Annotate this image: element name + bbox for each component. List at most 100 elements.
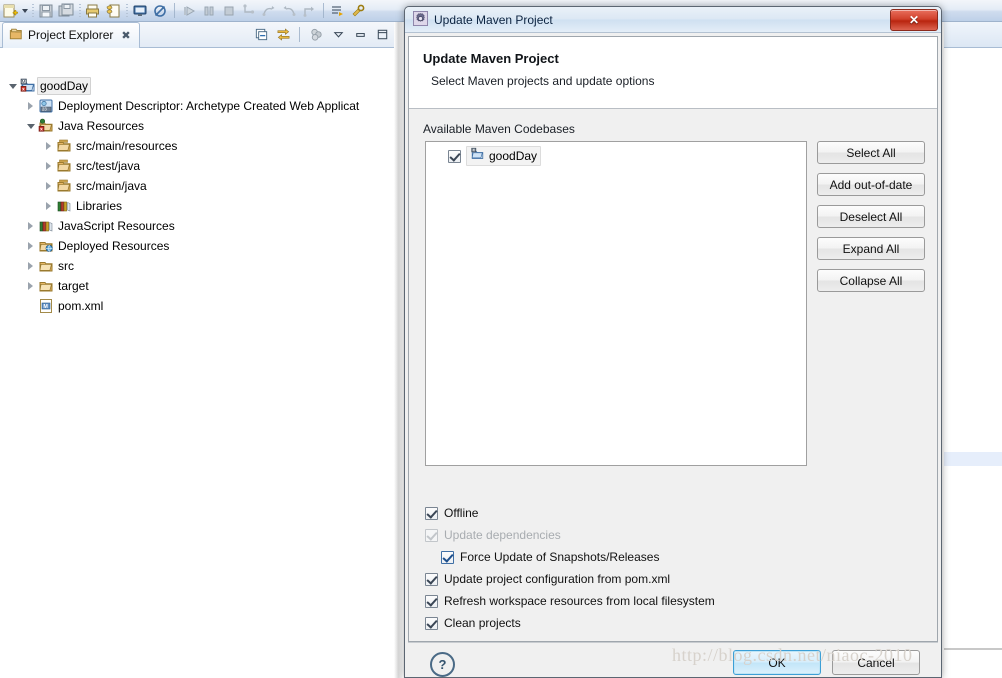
tree-item-gooday[interactable]: M goodDay — [466, 146, 542, 166]
chevron-down-icon[interactable] — [6, 76, 19, 96]
step-return-icon[interactable] — [279, 1, 299, 21]
suspend-icon[interactable] — [199, 1, 219, 21]
new-wizard-dropdown-icon[interactable] — [20, 1, 29, 21]
chevron-right-icon[interactable] — [24, 256, 37, 276]
tree-row[interactable]: src — [0, 256, 394, 276]
clean-projects-checkbox[interactable] — [425, 616, 438, 630]
step-into-icon[interactable] — [239, 1, 259, 21]
view-toolbar — [251, 24, 392, 44]
library-icon — [55, 198, 73, 214]
update-project-config-checkbox[interactable] — [425, 572, 438, 586]
chevron-right-icon[interactable] — [24, 216, 37, 236]
deployed-resources-icon — [37, 238, 55, 254]
save-all-icon[interactable] — [56, 1, 76, 21]
deselect-all-button[interactable]: Deselect All — [817, 205, 925, 228]
link-with-editor-icon[interactable] — [273, 24, 293, 44]
svg-text:23: 23 — [42, 107, 47, 112]
editor-tabstrip[interactable] — [944, 22, 1002, 48]
chevron-right-icon[interactable] — [42, 176, 55, 196]
add-out-of-date-button[interactable]: Add out-of-date — [817, 173, 925, 196]
dialog-titlebar[interactable]: Update Maven Project ✕ — [405, 7, 941, 33]
library-icon — [37, 218, 55, 234]
tab-project-explorer[interactable]: Project Explorer ✖ — [2, 21, 140, 48]
tree-row[interactable]: 23 Deployment Descriptor: Archetype Creat… — [0, 96, 394, 116]
tree-item-label: src — [58, 259, 74, 273]
toolbar-drag-handle-3[interactable] — [123, 1, 130, 21]
view-menu-icon[interactable] — [328, 24, 348, 44]
update-maven-project-dialog: Update Maven Project ✕ Update Maven Proj… — [404, 6, 942, 678]
toolbar-drag-handle[interactable] — [29, 1, 36, 21]
tree-row[interactable]: x Java Resources — [0, 116, 394, 136]
chevron-right-icon[interactable] — [42, 156, 55, 176]
maven-web-project-icon: Mx — [19, 78, 37, 94]
tree-item-label: Java Resources — [58, 119, 145, 133]
toolbar-drag-handle-2[interactable] — [76, 1, 83, 21]
tree-row[interactable]: Mx goodDay — [0, 76, 394, 96]
sash-divider[interactable] — [394, 22, 402, 678]
chevron-right-icon[interactable] — [42, 136, 55, 156]
chevron-right-icon[interactable] — [24, 276, 37, 296]
chevron-down-icon[interactable] — [24, 116, 37, 136]
close-icon[interactable]: ✖ — [121, 29, 130, 42]
banner-subtitle: Select Maven projects and update options — [431, 74, 655, 88]
editor-status-divider — [944, 648, 1002, 650]
refresh-workspace-checkbox[interactable] — [425, 594, 438, 608]
print-icon[interactable] — [83, 1, 103, 21]
force-update-snapshots-checkbox-row[interactable]: Force Update of Snapshots/Releases — [441, 546, 925, 568]
maximize-icon[interactable] — [372, 24, 392, 44]
terminate-icon[interactable] — [219, 1, 239, 21]
tree-row[interactable]: Deployed Resources — [0, 236, 394, 256]
tree-row[interactable]: target — [0, 276, 394, 296]
clean-projects-checkbox-row[interactable]: Clean projects — [425, 612, 925, 634]
close-icon[interactable]: ✕ — [890, 9, 938, 31]
chevron-right-icon[interactable] — [24, 236, 37, 256]
tree-row[interactable]: M goodDay — [448, 146, 806, 166]
select-all-button[interactable]: Select All — [817, 141, 925, 164]
external-tools-icon[interactable] — [348, 1, 368, 21]
tree-row[interactable]: src/main/resources — [0, 136, 394, 156]
skip-breakpoints-icon[interactable] — [150, 1, 170, 21]
update-dependencies-checkbox — [425, 528, 438, 542]
refresh-workspace-checkbox-row[interactable]: Refresh workspace resources from local f… — [425, 590, 925, 612]
update-dependencies-checkbox-row[interactable]: Update dependencies — [425, 524, 925, 546]
save-icon[interactable] — [36, 1, 56, 21]
tree-row[interactable]: JavaScript Resources — [0, 216, 394, 236]
banner-decoration — [787, 37, 937, 109]
tree-row[interactable]: src/main/java — [0, 176, 394, 196]
focus-on-active-task-icon[interactable] — [306, 24, 326, 44]
gooday-checkbox[interactable] — [448, 149, 461, 163]
tree-item-label: Deployment Descriptor: Archetype Created… — [58, 99, 360, 113]
refresh-workspace-checkbox-label: Refresh workspace resources from local f… — [444, 594, 715, 608]
tree-row[interactable]: src/test/java — [0, 156, 394, 176]
project-tree[interactable]: Mx goodDay 23 Deployment Descriptor: Archet… — [0, 70, 394, 316]
maven-codebases-tree[interactable]: M goodDay — [425, 141, 807, 466]
offline-checkbox-row[interactable]: Offline — [425, 502, 925, 524]
step-over-icon[interactable] — [259, 1, 279, 21]
update-project-config-checkbox-row[interactable]: Update project configuration from pom.xm… — [425, 568, 925, 590]
collapse-all-icon[interactable] — [251, 24, 271, 44]
ok-button[interactable]: OK — [733, 650, 821, 675]
source-folder-icon — [55, 178, 73, 194]
new-wizard-icon[interactable] — [0, 1, 20, 21]
collapse-all-button[interactable]: Collapse All — [817, 269, 925, 292]
run-last-tool-icon[interactable] — [328, 1, 348, 21]
minimize-icon[interactable] — [350, 24, 370, 44]
toolbar-separator-2 — [323, 3, 324, 18]
source-folder-icon — [55, 138, 73, 154]
editor-current-line-highlight — [944, 452, 1002, 466]
force-update-snapshots-checkbox[interactable] — [441, 550, 454, 564]
cancel-button[interactable]: Cancel — [832, 650, 920, 675]
folder-icon — [37, 258, 55, 274]
open-console-icon[interactable] — [130, 1, 150, 21]
drop-to-frame-icon[interactable] — [299, 1, 319, 21]
tree-row[interactable]: Libraries — [0, 196, 394, 216]
chevron-right-icon[interactable] — [24, 96, 37, 116]
help-icon[interactable]: ? — [430, 652, 455, 677]
expand-all-button[interactable]: Expand All — [817, 237, 925, 260]
resume-icon[interactable] — [179, 1, 199, 21]
maven-gear-icon — [413, 10, 428, 29]
quick-access-icon[interactable] — [103, 1, 123, 21]
offline-checkbox[interactable] — [425, 506, 438, 520]
chevron-right-icon[interactable] — [42, 196, 55, 216]
tree-row[interactable]: Mpom.xml — [0, 296, 394, 316]
